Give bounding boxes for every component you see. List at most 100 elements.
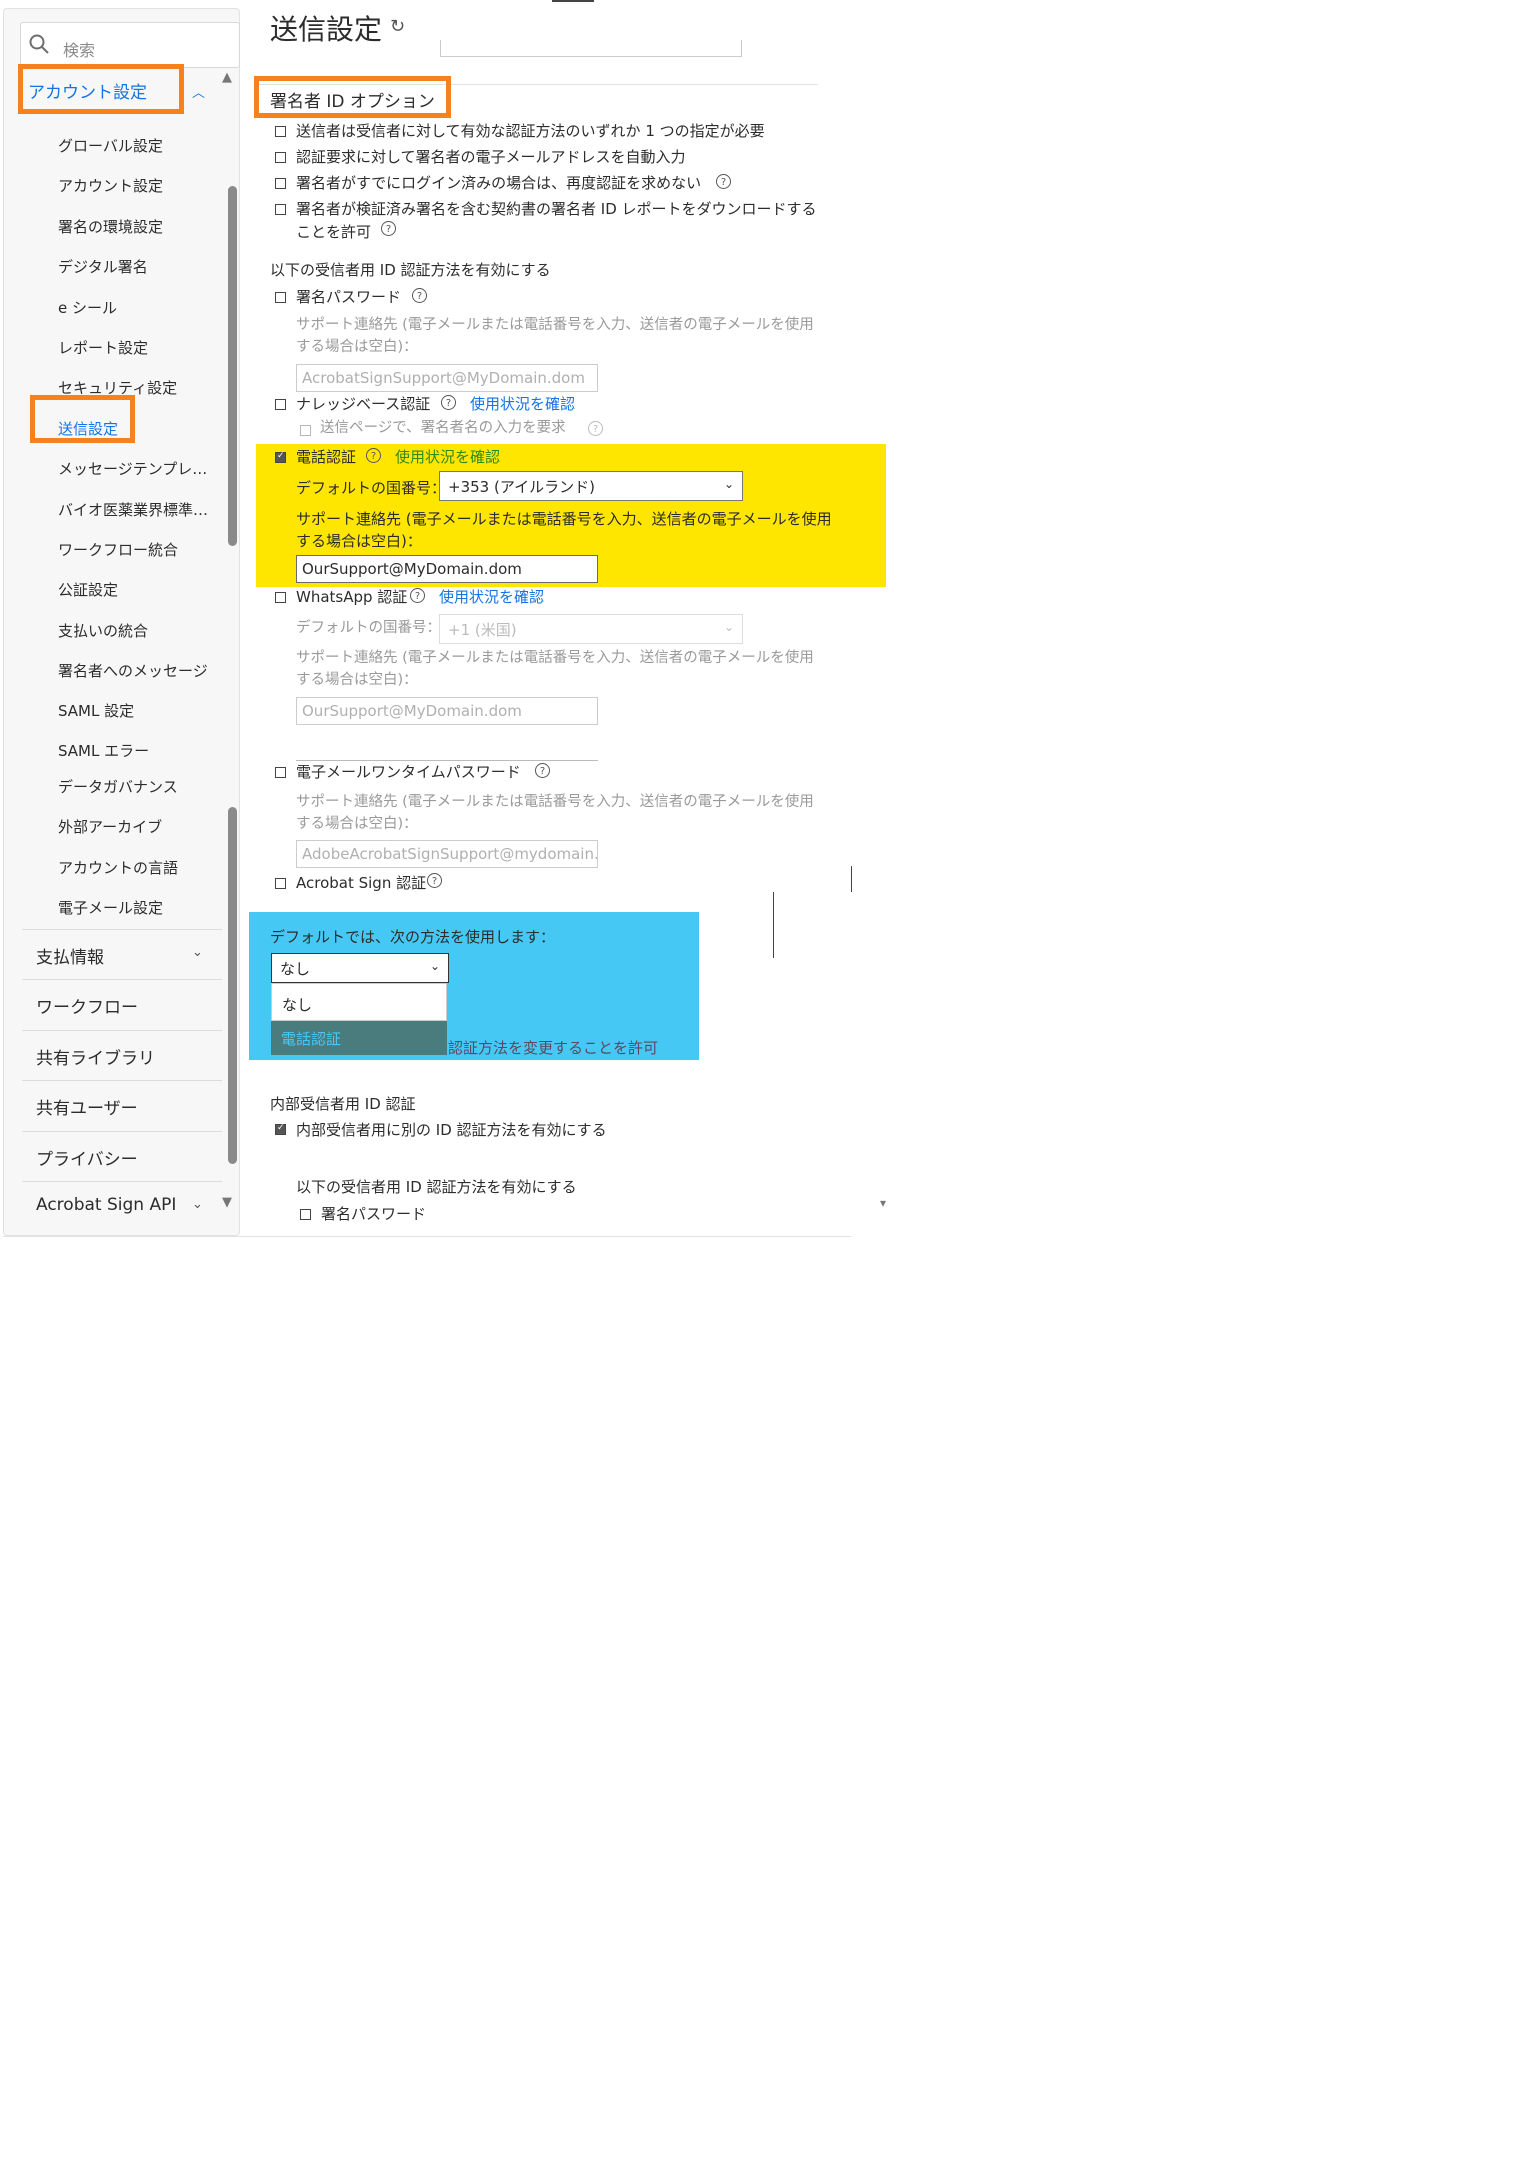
whatsapp-support-input[interactable]: OurSupport@MyDomain.dom — [296, 697, 598, 725]
skip-reauth-label: 署名者がすでにログイン済みの場合は、再度認証を求めない — [296, 174, 702, 192]
sidebar-sub-item[interactable]: 公証設定 — [58, 579, 118, 600]
id-report-checkbox[interactable] — [275, 204, 286, 215]
kba-checkbox[interactable] — [275, 399, 286, 410]
help-icon[interactable]: ? — [410, 588, 425, 603]
kba-name-checkbox[interactable] — [300, 425, 311, 436]
sidebar-sub-item[interactable]: 電子メール設定 — [58, 897, 163, 918]
whatsapp-country-select[interactable]: +1 (米国) ⌄ — [439, 614, 743, 644]
scroll-down-icon[interactable]: ▼ — [222, 1195, 232, 1210]
whatsapp-label: WhatsApp 認証 — [296, 588, 408, 606]
search-input[interactable]: 検索 — [20, 22, 240, 68]
sidebar-sub-item[interactable]: 署名者へのメッセージ — [58, 660, 208, 681]
sidebar-sub-item[interactable]: ワークフロー統合 — [58, 539, 178, 560]
frame-bottom-border — [3, 1236, 851, 1237]
phone-country-select[interactable]: +353 (アイルランド) ⌄ — [439, 471, 743, 501]
help-icon[interactable]: ? — [427, 873, 442, 888]
sidebar-sub-item[interactable]: データガバナンス — [58, 776, 178, 797]
require-auth-label: 送信者は受信者に対して有効な認証方法のいずれか 1 つの指定が必要 — [296, 122, 765, 140]
scrollbar-thumb-upper[interactable] — [228, 186, 237, 546]
whatsapp-country-label: デフォルトの国番号： — [296, 620, 441, 636]
skip-reauth-checkbox[interactable] — [275, 178, 286, 189]
email-otp-support-label-cont: する場合は空白)： — [296, 816, 418, 832]
scroll-down-icon[interactable]: ▾ — [880, 1196, 886, 1210]
dropdown-option-phone[interactable]: 電話認証 — [271, 1021, 447, 1055]
sidebar-sub-item[interactable]: SAML 設定 — [58, 700, 134, 721]
sidebar-main-item[interactable]: 共有ライブラリ — [36, 1044, 155, 1069]
sidebar-sub-item[interactable]: SAML エラー — [58, 740, 149, 761]
support-label: サポート連絡先 (電子メールまたは電話番号を入力、送信者の電子メールを使用 — [296, 317, 814, 333]
internal-enable-checkbox[interactable] — [275, 1123, 286, 1135]
sidebar-main-item[interactable]: Acrobat Sign API — [36, 1195, 176, 1215]
email-otp-support-label: サポート連絡先 (電子メールまたは電話番号を入力、送信者の電子メールを使用 — [296, 794, 814, 810]
password-support-input[interactable]: AcrobatSignSupport@MyDomain.dom — [296, 364, 598, 392]
scroll-up-icon[interactable]: ▲ — [222, 70, 232, 85]
sidebar-section-account-settings[interactable]: アカウント設定 — [28, 78, 147, 103]
password-checkbox[interactable] — [275, 292, 286, 303]
help-icon[interactable]: ? — [588, 421, 603, 436]
refresh-icon[interactable]: ↻ — [390, 16, 405, 37]
search-icon — [29, 34, 49, 54]
search-placeholder: 検索 — [63, 41, 96, 60]
sidebar-divider — [22, 1131, 222, 1132]
sidebar-sub-item[interactable]: 外部アーカイブ — [58, 816, 162, 837]
sidebar-sub-item[interactable]: アカウントの言語 — [58, 857, 178, 878]
sidebar-sub-item[interactable]: e シール — [58, 297, 117, 318]
sidebar-main-item[interactable]: プライバシー — [36, 1145, 138, 1170]
require-auth-checkbox[interactable] — [275, 126, 286, 137]
sidebar-sub-item[interactable]: 支払いの統合 — [58, 620, 148, 641]
chevron-up-icon[interactable]: ︿ — [192, 82, 205, 101]
sidebar-sub-item[interactable]: デジタル署名 — [58, 256, 148, 277]
top-edge-mark — [552, 0, 594, 2]
divider — [773, 892, 774, 958]
sidebar-main-item[interactable]: ワークフロー — [36, 993, 138, 1018]
autofill-email-checkbox[interactable] — [275, 152, 286, 163]
kba-usage-link[interactable]: 使用状況を確認 — [470, 393, 575, 414]
sidebar-main-item[interactable]: 支払情報 — [36, 943, 104, 968]
phone-support-label: サポート連絡先 (電子メールまたは電話番号を入力、送信者の電子メールを使用 — [296, 510, 832, 528]
kba-name-label: 送信ページで、署名者名の入力を要求 — [320, 420, 566, 436]
whatsapp-checkbox[interactable] — [275, 592, 286, 603]
help-icon[interactable]: ? — [366, 448, 381, 463]
sidebar-sub-item[interactable]: 署名の環境設定 — [58, 216, 163, 237]
sidebar-sub-item[interactable]: メッセージテンプレ… — [58, 458, 207, 479]
sidebar-sub-item[interactable]: バイオ医薬業界標準… — [58, 499, 208, 520]
chevron-down-icon[interactable]: ⌄ — [192, 945, 203, 960]
scrollbar-thumb-lower[interactable] — [228, 807, 237, 1164]
phone-country-value: +353 (アイルランド) — [448, 478, 595, 496]
internal-password-checkbox[interactable] — [300, 1209, 311, 1220]
internal-heading: 内部受信者用 ID 認証 — [270, 1095, 416, 1113]
phone-checkbox[interactable] — [275, 451, 286, 463]
sidebar-sub-item[interactable]: レポート設定 — [58, 337, 148, 358]
email-otp-checkbox[interactable] — [275, 767, 286, 778]
phone-country-label: デフォルトの国番号： — [296, 479, 447, 497]
default-method-value: なし — [280, 960, 311, 978]
divider — [851, 866, 852, 892]
sidebar-sub-item[interactable]: アカウント設定 — [58, 175, 163, 196]
chevron-down-icon: ⌄ — [723, 477, 734, 491]
sidebar-divider — [22, 1030, 222, 1031]
dropdown-option-none-label: なし — [282, 996, 313, 1014]
sidebar-sub-item[interactable]: グローバル設定 — [58, 135, 163, 156]
section-title-signer-id: 署名者 ID オプション — [270, 92, 435, 112]
whatsapp-support-label-cont: する場合は空白)： — [296, 672, 418, 688]
phone-support-input[interactable]: OurSupport@MyDomain.dom — [296, 555, 598, 583]
id-report-label-cont: ことを許可 — [296, 223, 372, 241]
whatsapp-country-value: +1 (米国) — [448, 621, 517, 639]
help-icon[interactable]: ? — [535, 763, 550, 778]
sidebar-main-item[interactable]: 共有ユーザー — [36, 1094, 138, 1119]
autofill-email-label: 認証要求に対して署名者の電子メールアドレスを自動入力 — [296, 148, 686, 166]
help-icon[interactable]: ? — [441, 395, 456, 410]
help-icon[interactable]: ? — [716, 174, 731, 189]
default-method-select[interactable]: なし ⌄ — [271, 953, 449, 983]
acrobat-sign-checkbox[interactable] — [275, 878, 286, 889]
dropdown-option-none[interactable]: なし — [271, 983, 447, 1021]
sidebar-divider — [22, 979, 222, 980]
phone-usage-link[interactable]: 使用状況を確認 — [395, 446, 500, 467]
sidebar-divider — [22, 1181, 222, 1182]
help-icon[interactable]: ? — [412, 288, 427, 303]
chevron-down-icon[interactable]: ⌄ — [192, 1197, 203, 1212]
default-method-label: デフォルトでは、次の方法を使用します： — [270, 928, 556, 946]
help-icon[interactable]: ? — [381, 221, 396, 236]
email-otp-support-input[interactable]: AdobeAcrobatSignSupport@mydomain.dom — [296, 840, 598, 868]
whatsapp-usage-link[interactable]: 使用状況を確認 — [439, 586, 544, 607]
